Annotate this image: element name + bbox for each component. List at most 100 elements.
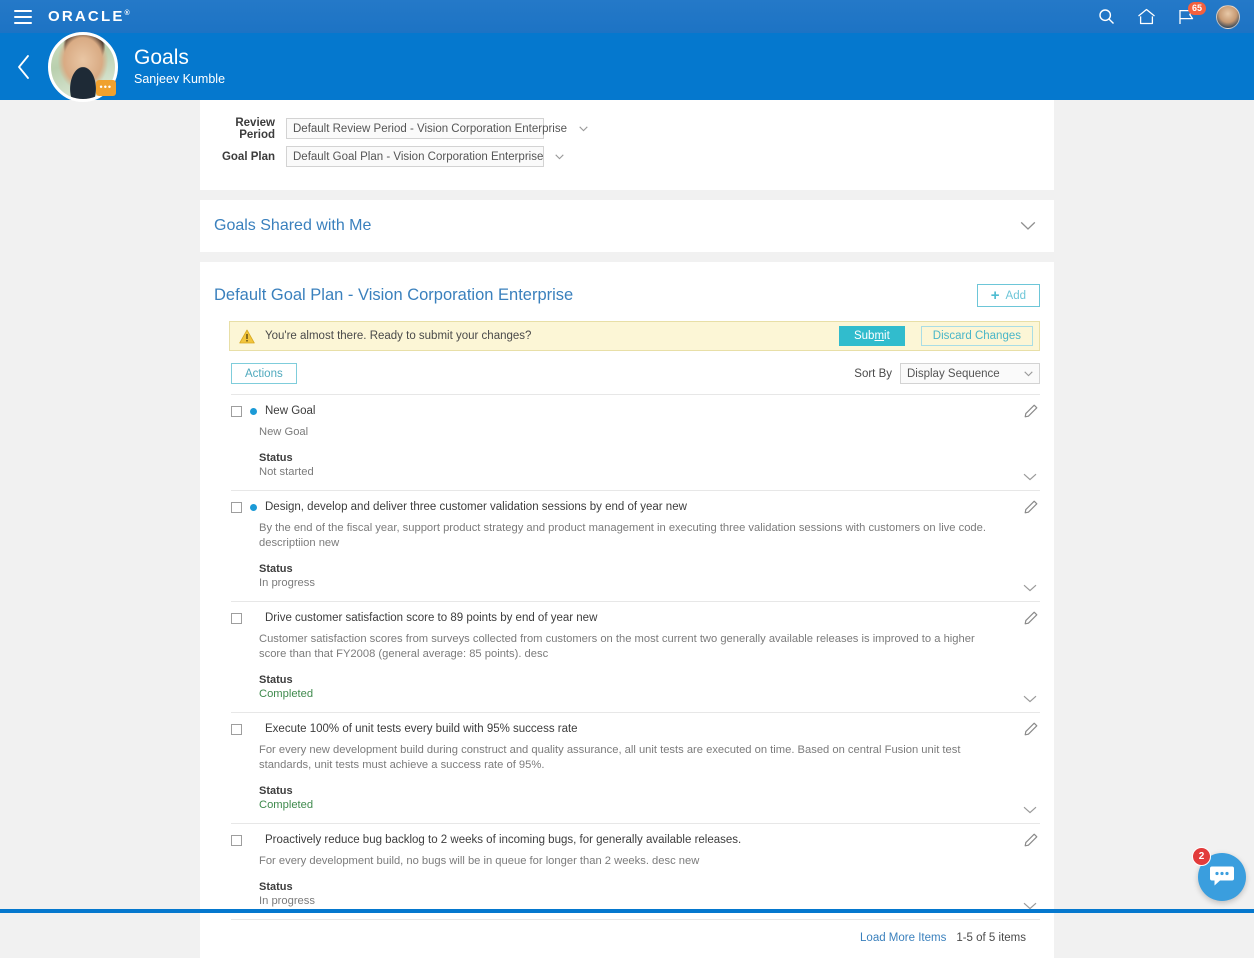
- goal-description: New Goal: [259, 425, 1001, 440]
- sort-by-select[interactable]: Display Sequence: [900, 363, 1040, 384]
- submit-button[interactable]: Submit: [839, 326, 905, 346]
- chevron-down-icon: [555, 151, 564, 163]
- hamburger-menu-icon[interactable]: [14, 10, 32, 24]
- goal-description: By the end of the fiscal year, support p…: [259, 521, 1001, 551]
- goal-status-value: In progress: [259, 576, 1010, 591]
- back-chevron-icon[interactable]: [0, 53, 48, 81]
- goal-row: New Goal New Goal StatusNot started: [231, 395, 1040, 491]
- goal-name[interactable]: Execute 100% of unit tests every build w…: [265, 722, 578, 736]
- goal-name[interactable]: New Goal: [265, 404, 316, 418]
- panel-divider: [0, 190, 1254, 200]
- goal-description: For every development build, no bugs wil…: [259, 854, 1001, 869]
- goal-row-header: Execute 100% of unit tests every build w…: [231, 722, 1010, 736]
- goal-select-checkbox[interactable]: [231, 724, 242, 735]
- goal-plan-label: Goal Plan: [200, 151, 286, 163]
- edit-pencil-icon[interactable]: [1024, 500, 1038, 517]
- home-icon[interactable]: [1136, 7, 1156, 27]
- goal-status-label: Status: [259, 562, 1010, 576]
- goal-description: For every new development build during c…: [259, 743, 1001, 773]
- notifications-flag-icon[interactable]: 65: [1176, 7, 1196, 27]
- goal-status-block: StatusIn progress: [259, 562, 1010, 591]
- submit-label: Submit: [854, 330, 890, 342]
- page-subtitle: Sanjeev Kumble: [134, 71, 225, 88]
- goal-plan-row: Goal Plan Default Goal Plan - Vision Cor…: [200, 146, 1054, 167]
- goal-updated-marker-icon: [250, 408, 257, 415]
- goal-name[interactable]: Proactively reduce bug backlog to 2 week…: [265, 833, 741, 847]
- panel-divider: [0, 252, 1254, 262]
- submit-warning-banner: You're almost there. Ready to submit you…: [229, 321, 1040, 351]
- goal-status-label: Status: [259, 784, 1010, 798]
- goal-name[interactable]: Drive customer satisfaction score to 89 …: [265, 611, 597, 625]
- add-goal-label: Add: [1006, 290, 1026, 302]
- goals-list: New Goal New Goal StatusNot started Design,…: [231, 394, 1040, 920]
- goal-status-block: StatusIn progress: [259, 880, 1010, 909]
- goal-status-label: Status: [259, 673, 1010, 687]
- chat-bubble-icon: [1209, 865, 1235, 890]
- top-bar-actions: 65: [1096, 5, 1240, 29]
- add-goal-button[interactable]: + Add: [977, 284, 1040, 307]
- goal-expand-chevron-icon[interactable]: [1023, 692, 1037, 706]
- review-period-select[interactable]: Default Review Period - Vision Corporati…: [286, 118, 544, 139]
- notifications-badge: 65: [1188, 2, 1206, 15]
- avatar-more-badge[interactable]: •••: [96, 80, 116, 96]
- goal-expand-chevron-icon[interactable]: [1023, 581, 1037, 595]
- actions-label: Actions: [245, 368, 283, 380]
- goal-description: Customer satisfaction scores from survey…: [259, 632, 1001, 662]
- edit-pencil-icon[interactable]: [1024, 722, 1038, 739]
- avatar[interactable]: [1216, 5, 1240, 29]
- discard-changes-button[interactable]: Discard Changes: [921, 326, 1033, 346]
- goal-status-label: Status: [259, 880, 1010, 894]
- goal-name[interactable]: Design, develop and deliver three custom…: [265, 500, 687, 514]
- bottom-accent-strip: [0, 909, 1254, 913]
- goal-row: Proactively reduce bug backlog to 2 week…: [231, 824, 1040, 920]
- oracle-logo-text: ORACLE: [48, 8, 125, 25]
- sort-by-value: Display Sequence: [907, 368, 1012, 380]
- items-count: 1-5 of 5 items: [956, 932, 1026, 944]
- goal-plan-select[interactable]: Default Goal Plan - Vision Corporation E…: [286, 146, 544, 167]
- goal-row-header: Drive customer satisfaction score to 89 …: [231, 611, 1010, 625]
- goal-plan-title: Default Goal Plan - Vision Corporation E…: [214, 286, 573, 305]
- edit-pencil-icon[interactable]: [1024, 404, 1038, 421]
- goal-status-value: In progress: [259, 894, 1010, 909]
- goals-shared-title: Goals Shared with Me: [214, 217, 371, 235]
- goals-shared-with-me-section[interactable]: Goals Shared with Me: [200, 200, 1054, 252]
- load-more-items-link[interactable]: Load More Items: [860, 932, 946, 944]
- chevron-down-icon: [1024, 368, 1033, 380]
- goal-row: Execute 100% of unit tests every build w…: [231, 713, 1040, 824]
- goal-status-value: Completed: [259, 798, 1010, 813]
- goal-expand-chevron-icon[interactable]: [1023, 803, 1037, 817]
- edit-pencil-icon[interactable]: [1024, 833, 1038, 850]
- chevron-down-icon[interactable]: [1016, 221, 1040, 231]
- sort-by-label: Sort By: [854, 368, 892, 380]
- goal-select-checkbox[interactable]: [231, 835, 242, 846]
- goal-select-checkbox[interactable]: [231, 406, 242, 417]
- review-period-value: Default Review Period - Vision Corporati…: [293, 123, 567, 135]
- goal-plan-value: Default Goal Plan - Vision Corporation E…: [293, 151, 543, 163]
- goals-footer: Load More Items 1-5 of 5 items: [231, 920, 1040, 948]
- goal-row: Drive customer satisfaction score to 89 …: [231, 602, 1040, 713]
- goal-status-block: StatusCompleted: [259, 673, 1010, 702]
- goal-select-checkbox[interactable]: [231, 502, 242, 513]
- goal-select-checkbox[interactable]: [231, 613, 242, 624]
- goal-status-label: Status: [259, 451, 1010, 465]
- goal-row-header: Design, develop and deliver three custom…: [231, 500, 1010, 514]
- warning-triangle-icon: [239, 329, 255, 344]
- edit-pencil-icon[interactable]: [1024, 611, 1038, 628]
- profile-avatar[interactable]: •••: [48, 32, 118, 102]
- actions-button[interactable]: Actions: [231, 363, 297, 384]
- goal-row: Design, develop and deliver three custom…: [231, 491, 1040, 602]
- goal-plan-header: Default Goal Plan - Vision Corporation E…: [200, 262, 1054, 315]
- goal-updated-marker-icon: [250, 504, 257, 511]
- goal-plan-section: Default Goal Plan - Vision Corporation E…: [200, 262, 1054, 958]
- oracle-logo[interactable]: ORACLE®: [48, 8, 130, 25]
- plus-icon: +: [991, 288, 1000, 303]
- goal-expand-chevron-icon[interactable]: [1023, 470, 1037, 484]
- discard-changes-label: Discard Changes: [933, 330, 1021, 342]
- sort-by-control: Sort By Display Sequence: [854, 363, 1040, 384]
- search-icon[interactable]: [1096, 7, 1116, 27]
- goal-status-block: StatusCompleted: [259, 784, 1010, 813]
- goal-status-block: StatusNot started: [259, 451, 1010, 480]
- registered-mark: ®: [125, 10, 130, 17]
- chat-widget-button[interactable]: 2: [1198, 853, 1246, 901]
- review-period-label: Review Period: [200, 117, 286, 141]
